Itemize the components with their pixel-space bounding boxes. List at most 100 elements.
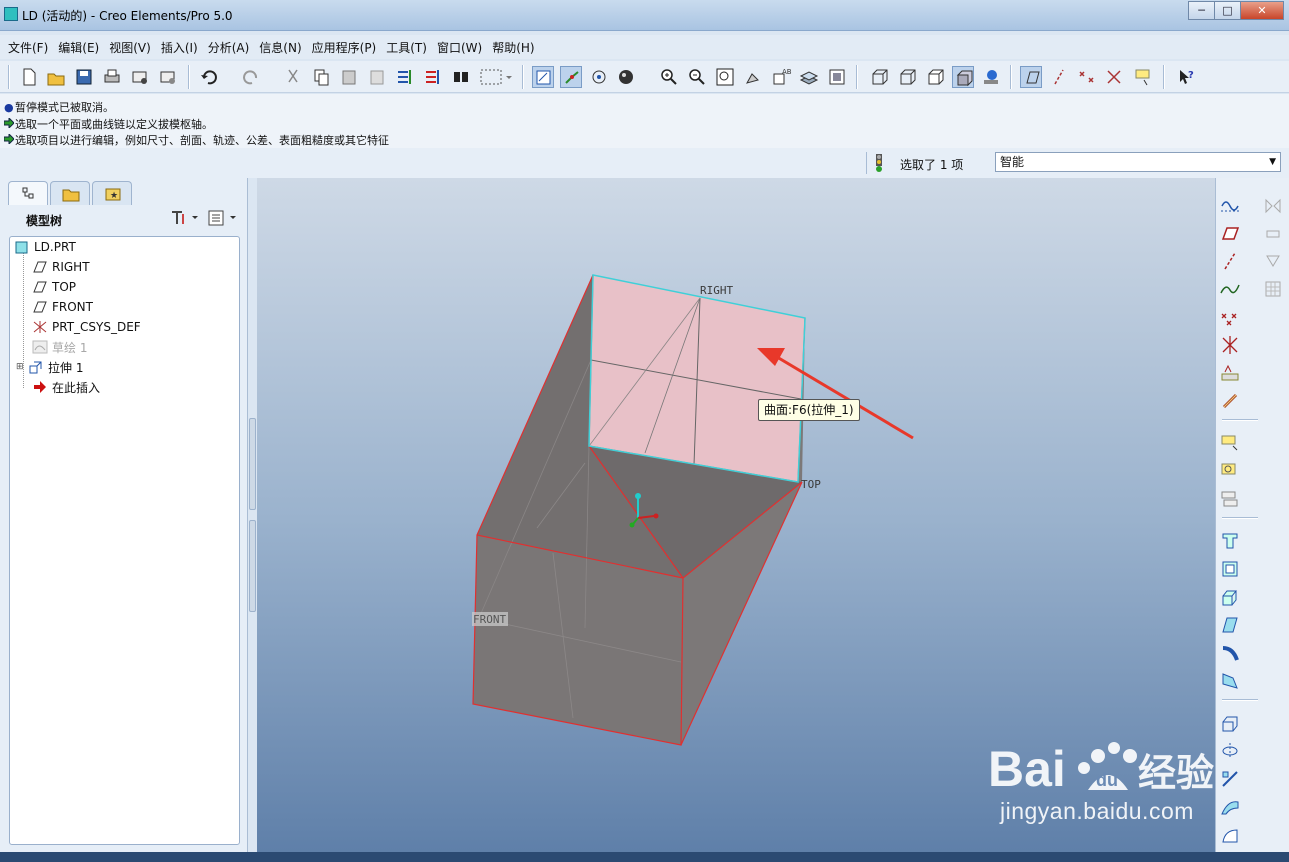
send-link-icon[interactable] xyxy=(157,66,179,88)
panel-splitter[interactable] xyxy=(249,418,256,510)
open-folder-icon[interactable] xyxy=(45,66,67,88)
tree-item-part[interactable]: LD.PRT xyxy=(14,237,76,257)
layers-icon[interactable] xyxy=(798,66,820,88)
main-toolbar: AB ? xyxy=(0,61,1289,93)
csys-display-icon[interactable] xyxy=(1104,66,1126,88)
wireframe-icon[interactable] xyxy=(868,66,890,88)
menu-analysis[interactable]: 分析(A) xyxy=(203,39,255,56)
tree-item-insert-here[interactable]: 在此插入 xyxy=(32,377,100,397)
no-hidden-icon[interactable] xyxy=(924,66,946,88)
annotation-display-icon[interactable] xyxy=(1132,66,1154,88)
extrude-tool-icon[interactable] xyxy=(1219,530,1241,552)
saved-views-icon[interactable]: AB xyxy=(770,66,792,88)
reorient-icon[interactable] xyxy=(742,66,764,88)
datum-curve-tool-icon[interactable] xyxy=(1219,278,1241,300)
zoom-out-icon[interactable] xyxy=(686,66,708,88)
datum-point-display-icon[interactable] xyxy=(1076,66,1098,88)
menu-help[interactable]: 帮助(H) xyxy=(487,39,539,56)
chamfer-tool-icon[interactable] xyxy=(1219,740,1241,762)
model-tree-display-icon[interactable] xyxy=(980,66,1002,88)
csys-tool-icon[interactable] xyxy=(1219,334,1241,356)
close-button[interactable]: ✕ xyxy=(1240,1,1284,20)
spin-center-icon[interactable] xyxy=(560,66,582,88)
datum-plane-display-icon[interactable] xyxy=(1020,66,1042,88)
merge-disabled-icon[interactable] xyxy=(1262,222,1284,244)
regenerate-icon[interactable] xyxy=(394,66,416,88)
draft-tool-icon[interactable] xyxy=(1219,642,1241,664)
menu-applications[interactable]: 应用程序(P) xyxy=(307,39,382,56)
paste-special-icon[interactable] xyxy=(366,66,388,88)
print-icon[interactable] xyxy=(101,66,123,88)
model-annotation-icon[interactable] xyxy=(1219,460,1241,482)
tree-columns-icon[interactable] xyxy=(206,208,240,231)
context-help-icon[interactable]: ? xyxy=(1175,66,1197,88)
tree-item-csys[interactable]: PRT_CSYS_DEF xyxy=(32,317,141,337)
zoom-in-icon[interactable] xyxy=(658,66,680,88)
maximize-button[interactable]: □ xyxy=(1214,1,1241,20)
tab-model-tree[interactable] xyxy=(8,181,48,205)
shell-tool-icon[interactable] xyxy=(1219,586,1241,608)
csys-icon xyxy=(33,321,47,333)
expand-icon[interactable]: ⊞ xyxy=(16,362,28,372)
orient-mode-icon[interactable] xyxy=(588,66,610,88)
send-mail-icon[interactable] xyxy=(129,66,151,88)
selection-filter-select[interactable]: 智能 ▼ xyxy=(995,152,1281,172)
menu-window[interactable]: 窗口(W) xyxy=(432,39,487,56)
model-view[interactable]: RIGHT TOP FRONT xyxy=(257,178,1215,862)
redraw-icon[interactable] xyxy=(532,66,554,88)
annotation-feature-icon[interactable] xyxy=(1219,432,1241,454)
boundary-tool-icon[interactable] xyxy=(1219,824,1241,846)
shading-icon[interactable] xyxy=(952,66,974,88)
tree-item-right[interactable]: RIGHT xyxy=(32,257,90,277)
minimize-button[interactable]: ─ xyxy=(1188,1,1215,20)
relations-icon[interactable] xyxy=(1219,488,1241,510)
tab-folder-browser[interactable] xyxy=(50,181,90,205)
datum-plane-tool-icon[interactable] xyxy=(1219,222,1241,244)
appearance-sphere-icon[interactable] xyxy=(616,66,638,88)
tree-settings-icon[interactable] xyxy=(168,208,202,231)
datum-axis-display-icon[interactable] xyxy=(1048,66,1070,88)
find-icon[interactable] xyxy=(450,66,472,88)
trim-disabled-icon[interactable] xyxy=(1262,250,1284,272)
menu-view[interactable]: 视图(V) xyxy=(104,39,156,56)
save-icon[interactable] xyxy=(73,66,95,88)
new-file-icon[interactable] xyxy=(18,66,40,88)
chain-link-icon[interactable] xyxy=(1219,390,1241,412)
pattern-disabled-icon[interactable] xyxy=(1262,278,1284,300)
sketch-tool-icon[interactable] xyxy=(1219,194,1241,216)
revolve-tool-icon[interactable] xyxy=(1219,558,1241,580)
hidden-line-icon[interactable] xyxy=(896,66,918,88)
sweep-tool-icon[interactable] xyxy=(1219,768,1241,790)
menu-tools[interactable]: 工具(T) xyxy=(381,39,432,56)
refit-icon[interactable] xyxy=(714,66,736,88)
tree-item-top[interactable]: TOP xyxy=(32,277,76,297)
tree-item-front[interactable]: FRONT xyxy=(32,297,93,317)
selection-box-icon[interactable] xyxy=(478,66,514,88)
cut-icon[interactable] xyxy=(282,66,304,88)
mirror-disabled-icon[interactable] xyxy=(1262,194,1284,216)
redo-icon[interactable] xyxy=(240,66,262,88)
datum-point-tool-icon[interactable] xyxy=(1219,306,1241,328)
tree-item-sketch[interactable]: 草绘 1 xyxy=(32,337,87,357)
analysis-feature-icon[interactable] xyxy=(1219,362,1241,384)
menu-edit[interactable]: 编辑(E) xyxy=(53,39,104,56)
rib-tool-icon[interactable] xyxy=(1219,614,1241,636)
hover-tooltip: 曲面:F6(拉伸_1) xyxy=(758,399,860,421)
paste-icon[interactable] xyxy=(338,66,360,88)
view-manager-icon[interactable] xyxy=(826,66,848,88)
undo-icon[interactable] xyxy=(198,66,220,88)
menu-file[interactable]: 文件(F) xyxy=(3,39,53,56)
blend-tool-icon[interactable] xyxy=(1219,796,1241,818)
panel-splitter[interactable] xyxy=(249,520,256,612)
copy-icon[interactable] xyxy=(310,66,332,88)
tree-item-extrude[interactable]: ⊞ 拉伸 1 xyxy=(16,357,83,377)
graphics-window[interactable]: RIGHT TOP FRONT 曲面:F6(拉伸_1) xyxy=(257,178,1215,862)
round-tool-icon[interactable] xyxy=(1219,670,1241,692)
menu-insert[interactable]: 插入(I) xyxy=(156,39,203,56)
tab-favorites[interactable]: ★ xyxy=(92,181,132,205)
regen-manager-icon[interactable] xyxy=(422,66,444,88)
menu-info[interactable]: 信息(N) xyxy=(254,39,306,56)
prompt-arrow-icon xyxy=(3,116,15,131)
datum-axis-tool-icon[interactable] xyxy=(1219,250,1241,272)
hole-tool-icon[interactable] xyxy=(1219,712,1241,734)
